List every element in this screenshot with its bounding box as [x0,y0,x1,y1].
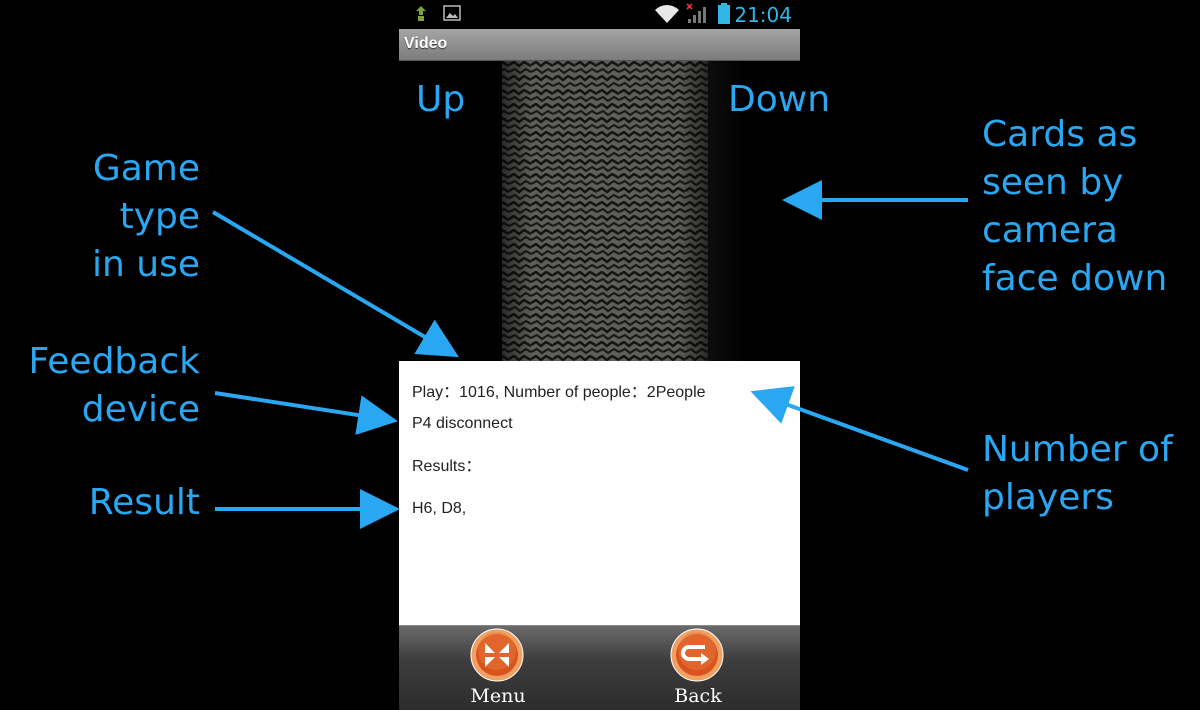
arrow-game-type [211,210,459,358]
arrow-feedback [214,391,398,435]
stage: 21:04 Video Play：1016, Number of people：… [0,0,1200,710]
annotation-arrows [211,180,969,529]
arrow-players [750,386,969,472]
